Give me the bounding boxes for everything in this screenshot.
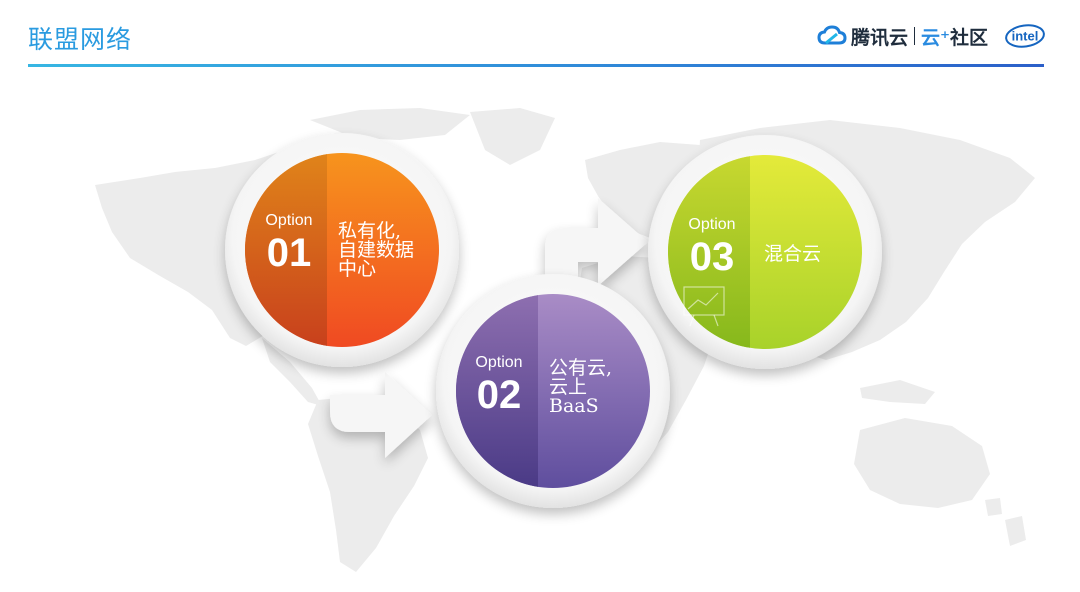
option-3-number: 03 xyxy=(689,235,735,279)
option-2-text: 公有云, 云上 BaaS xyxy=(549,357,613,417)
option-1-number: 01 xyxy=(266,231,312,275)
option-3-text: 混合云 xyxy=(764,243,822,265)
option-3-badge: Option 03 xyxy=(673,216,751,277)
option-1-text: 私有化, 自建数据 中心 xyxy=(338,220,415,280)
option-1-badge: Option 01 xyxy=(250,212,328,273)
option-2-prefix: Option xyxy=(475,354,523,371)
options-diagram xyxy=(225,133,882,508)
option-3-prefix: Option xyxy=(688,216,736,233)
option-2-number: 02 xyxy=(476,373,522,417)
option-2-badge: Option 02 xyxy=(460,354,538,415)
option-1-prefix: Option xyxy=(265,212,313,229)
